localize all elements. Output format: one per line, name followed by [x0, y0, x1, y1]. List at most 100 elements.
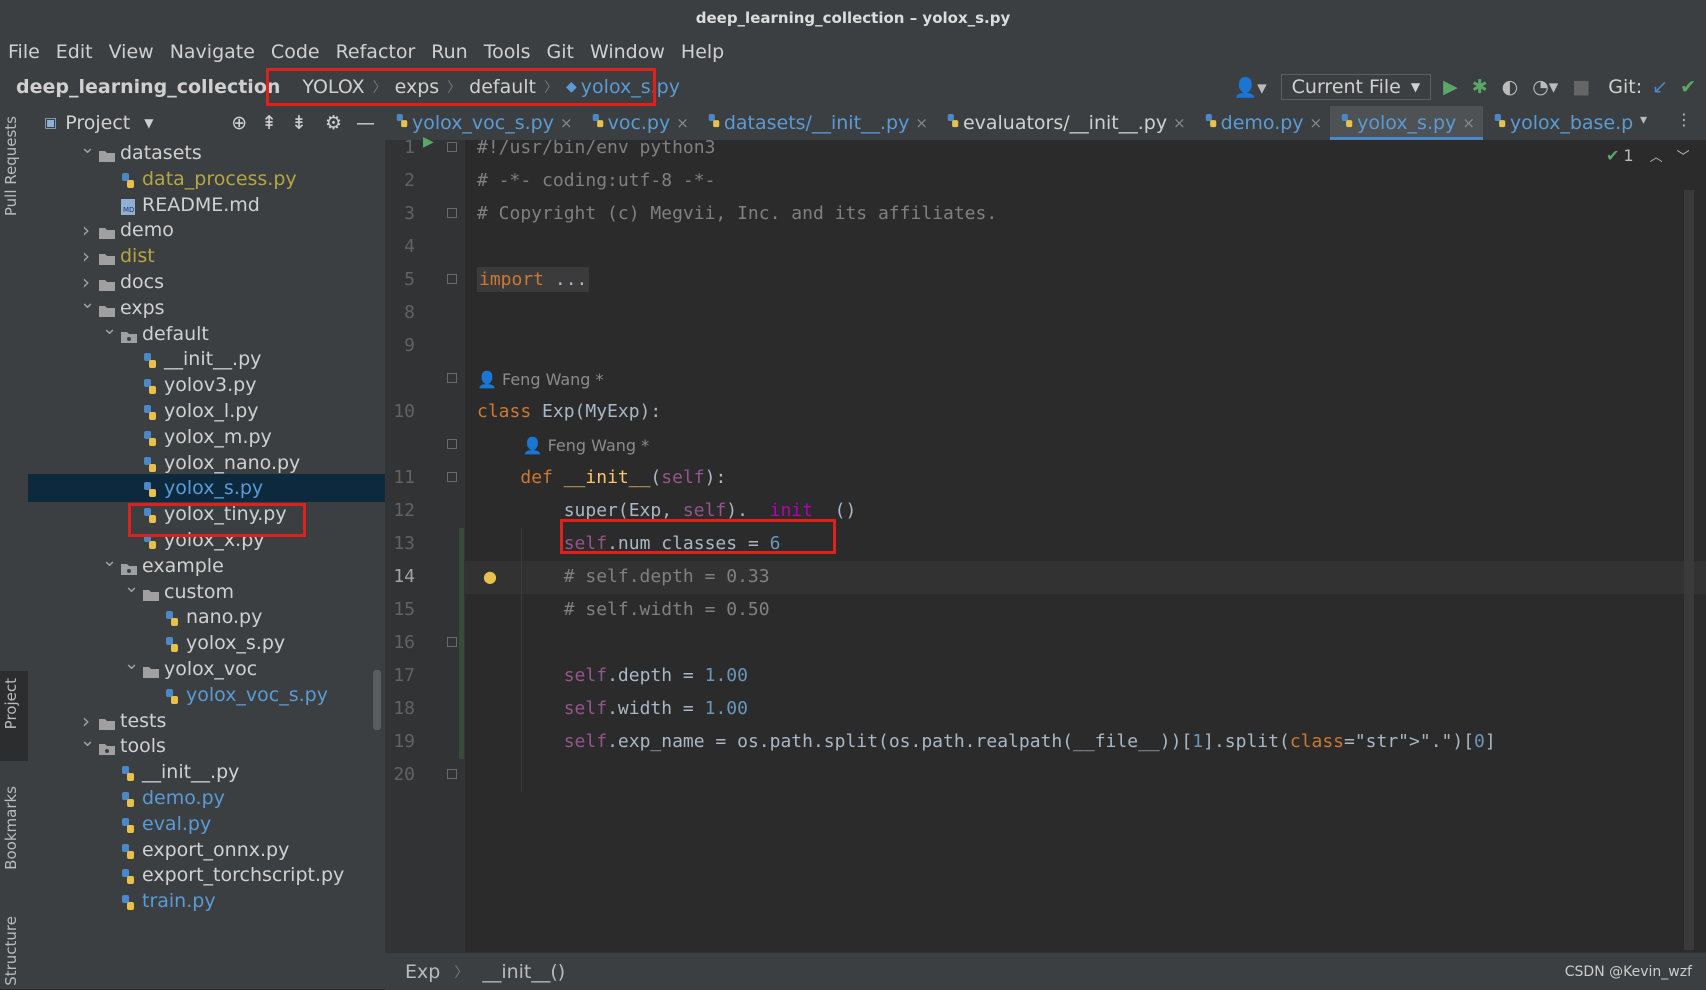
- tree-item[interactable]: __init__.py: [28, 758, 385, 786]
- editor-scrollbar[interactable]: [1684, 190, 1694, 950]
- code-line[interactable]: #!/usr/bin/env python3: [477, 140, 715, 158]
- tree-item[interactable]: ⌄ tools: [28, 730, 385, 760]
- fold-icon[interactable]: [447, 373, 457, 383]
- git-update-icon[interactable]: ↙: [1652, 76, 1668, 98]
- menu-run[interactable]: Run: [431, 41, 467, 63]
- tree-item[interactable]: ⌄ example: [28, 550, 385, 580]
- fold-icon[interactable]: [447, 142, 457, 152]
- coverage-icon[interactable]: ◐: [1502, 76, 1519, 98]
- code-line[interactable]: import ...: [477, 267, 590, 292]
- run-config-dropdown[interactable]: Current File ▼: [1280, 74, 1432, 100]
- gear-icon[interactable]: ⚙: [325, 112, 342, 134]
- tree-item[interactable]: export_onnx.py: [28, 836, 385, 864]
- menu-refactor[interactable]: Refactor: [336, 41, 416, 63]
- tree-item[interactable]: ⌄ default: [28, 318, 385, 348]
- menu-navigate[interactable]: Navigate: [170, 41, 255, 63]
- menu-code[interactable]: Code: [271, 41, 320, 63]
- more-options-icon[interactable]: ⋮: [1676, 110, 1692, 129]
- status-crumb-method[interactable]: __init__(): [482, 961, 565, 983]
- chevron-down-icon[interactable]: ⌄: [124, 573, 139, 601]
- close-icon[interactable]: ×: [560, 114, 573, 132]
- code-line[interactable]: self.width = 1.00: [477, 698, 748, 719]
- chevron-down-icon[interactable]: ⌄: [124, 650, 139, 678]
- user-icon[interactable]: 👤▾: [1233, 76, 1266, 99]
- project-name[interactable]: deep_learning_collection: [16, 76, 280, 98]
- menu-help[interactable]: Help: [681, 41, 724, 63]
- close-icon[interactable]: ×: [676, 114, 689, 132]
- bookmarks-side-tab[interactable]: Bookmarks: [2, 786, 20, 870]
- tree-item[interactable]: ⌄ datasets: [28, 140, 385, 167]
- chevron-right-icon[interactable]: ›: [80, 242, 92, 270]
- debug-icon[interactable]: ✱: [1472, 76, 1488, 98]
- chevron-down-icon[interactable]: ▼: [144, 116, 153, 130]
- fold-icon[interactable]: [447, 439, 457, 449]
- code-line[interactable]: # self.width = 0.50: [477, 599, 770, 620]
- tab[interactable]: datasets/__init__.py ×: [697, 106, 936, 140]
- tree-item[interactable]: ⌄ custom: [28, 576, 385, 606]
- run-icon[interactable]: ▶: [1443, 76, 1458, 98]
- code-line[interactable]: self.depth = 1.00: [477, 665, 748, 686]
- code-line[interactable]: # self.depth = 0.33: [477, 566, 770, 587]
- status-crumb-class[interactable]: Exp: [405, 961, 440, 983]
- lightbulb-icon[interactable]: ●: [483, 567, 497, 586]
- code-line[interactable]: # Copyright (c) Megvii, Inc. and its aff…: [477, 203, 997, 224]
- menu-file[interactable]: File: [8, 41, 40, 63]
- structure-side-tab[interactable]: Structure: [2, 916, 20, 986]
- tree-item[interactable]: › demo: [28, 216, 385, 244]
- fold-icon[interactable]: [447, 274, 457, 284]
- chevron-down-icon[interactable]: ⌄: [102, 315, 117, 343]
- tree-item[interactable]: ⌄ yolox_voc: [28, 653, 385, 683]
- tab[interactable]: yolox_base.p: [1483, 106, 1641, 140]
- run-gutter-icon[interactable]: ▶: [423, 134, 434, 150]
- tab[interactable]: yolox_voc_s.py ×: [385, 106, 581, 140]
- tab[interactable]: voc.py ×: [581, 106, 697, 140]
- tree-item[interactable]: yolox_m.py: [28, 423, 385, 451]
- fold-icon[interactable]: [447, 208, 457, 218]
- hide-icon[interactable]: —: [356, 112, 375, 134]
- chevron-down-icon[interactable]: ⌄: [102, 547, 117, 575]
- inspection-widget[interactable]: ✔ 1 ︿ ﹀: [1606, 146, 1690, 165]
- locate-icon[interactable]: ⊕: [231, 112, 247, 134]
- tree-scrollbar[interactable]: [373, 670, 381, 730]
- menu-view[interactable]: View: [109, 41, 154, 63]
- tree-item[interactable]: MD README.md: [28, 191, 385, 219]
- tree-item[interactable]: __init__.py: [28, 345, 385, 373]
- tree-item[interactable]: › dist: [28, 242, 385, 270]
- code-line[interactable]: # -*- coding:utf-8 -*-: [477, 170, 715, 191]
- tree-item[interactable]: ⌄ exps: [28, 292, 385, 322]
- project-panel-title[interactable]: Project: [65, 112, 130, 134]
- close-icon[interactable]: ×: [1462, 114, 1475, 132]
- menu-git[interactable]: Git: [547, 41, 574, 63]
- fold-icon[interactable]: [447, 637, 457, 647]
- code-line[interactable]: class Exp(MyExp):: [477, 401, 661, 422]
- code-line[interactable]: def __init__(self):: [477, 467, 726, 488]
- tree-item[interactable]: yolox_nano.py: [28, 449, 385, 477]
- tree-item[interactable]: yolox_s.py: [28, 629, 385, 657]
- tab[interactable]: evaluators/__init__.py ×: [936, 106, 1194, 140]
- close-icon[interactable]: ×: [1173, 114, 1186, 132]
- fold-icon[interactable]: [447, 472, 457, 482]
- tree-item[interactable]: yolox_l.py: [28, 397, 385, 425]
- tree-item-selected[interactable]: yolox_s.py: [28, 474, 385, 503]
- tree-item[interactable]: yolov3.py: [28, 371, 385, 399]
- chevron-down-icon[interactable]: ﹀: [1677, 146, 1690, 165]
- profile-icon[interactable]: ◔▾: [1532, 76, 1558, 98]
- chevron-down-icon[interactable]: ⌄: [80, 727, 95, 755]
- tab[interactable]: demo.py ×: [1194, 106, 1330, 140]
- tree-item[interactable]: nano.py: [28, 603, 385, 631]
- chevron-down-icon[interactable]: ⌄: [80, 140, 95, 162]
- tree-item[interactable]: yolox_voc_s.py: [28, 681, 385, 709]
- project-side-tab[interactable]: Project: [2, 678, 20, 729]
- chevron-right-icon[interactable]: ›: [80, 216, 92, 244]
- stop-icon[interactable]: ■: [1572, 76, 1590, 98]
- menu-window[interactable]: Window: [590, 41, 665, 63]
- tree-item[interactable]: train.py: [28, 887, 385, 915]
- menu-edit[interactable]: Edit: [56, 41, 93, 63]
- chevron-up-icon[interactable]: ︿: [1650, 146, 1663, 165]
- chevron-down-icon[interactable]: ⌄: [80, 289, 95, 317]
- tree-item[interactable]: demo.py: [28, 784, 385, 812]
- pull-requests-tab[interactable]: Pull Requests: [2, 116, 20, 216]
- code-line[interactable]: self.exp_name = os.path.split(os.path.re…: [477, 731, 1496, 752]
- fold-icon[interactable]: [447, 769, 457, 779]
- tree-item[interactable]: export_torchscript.py: [28, 861, 385, 889]
